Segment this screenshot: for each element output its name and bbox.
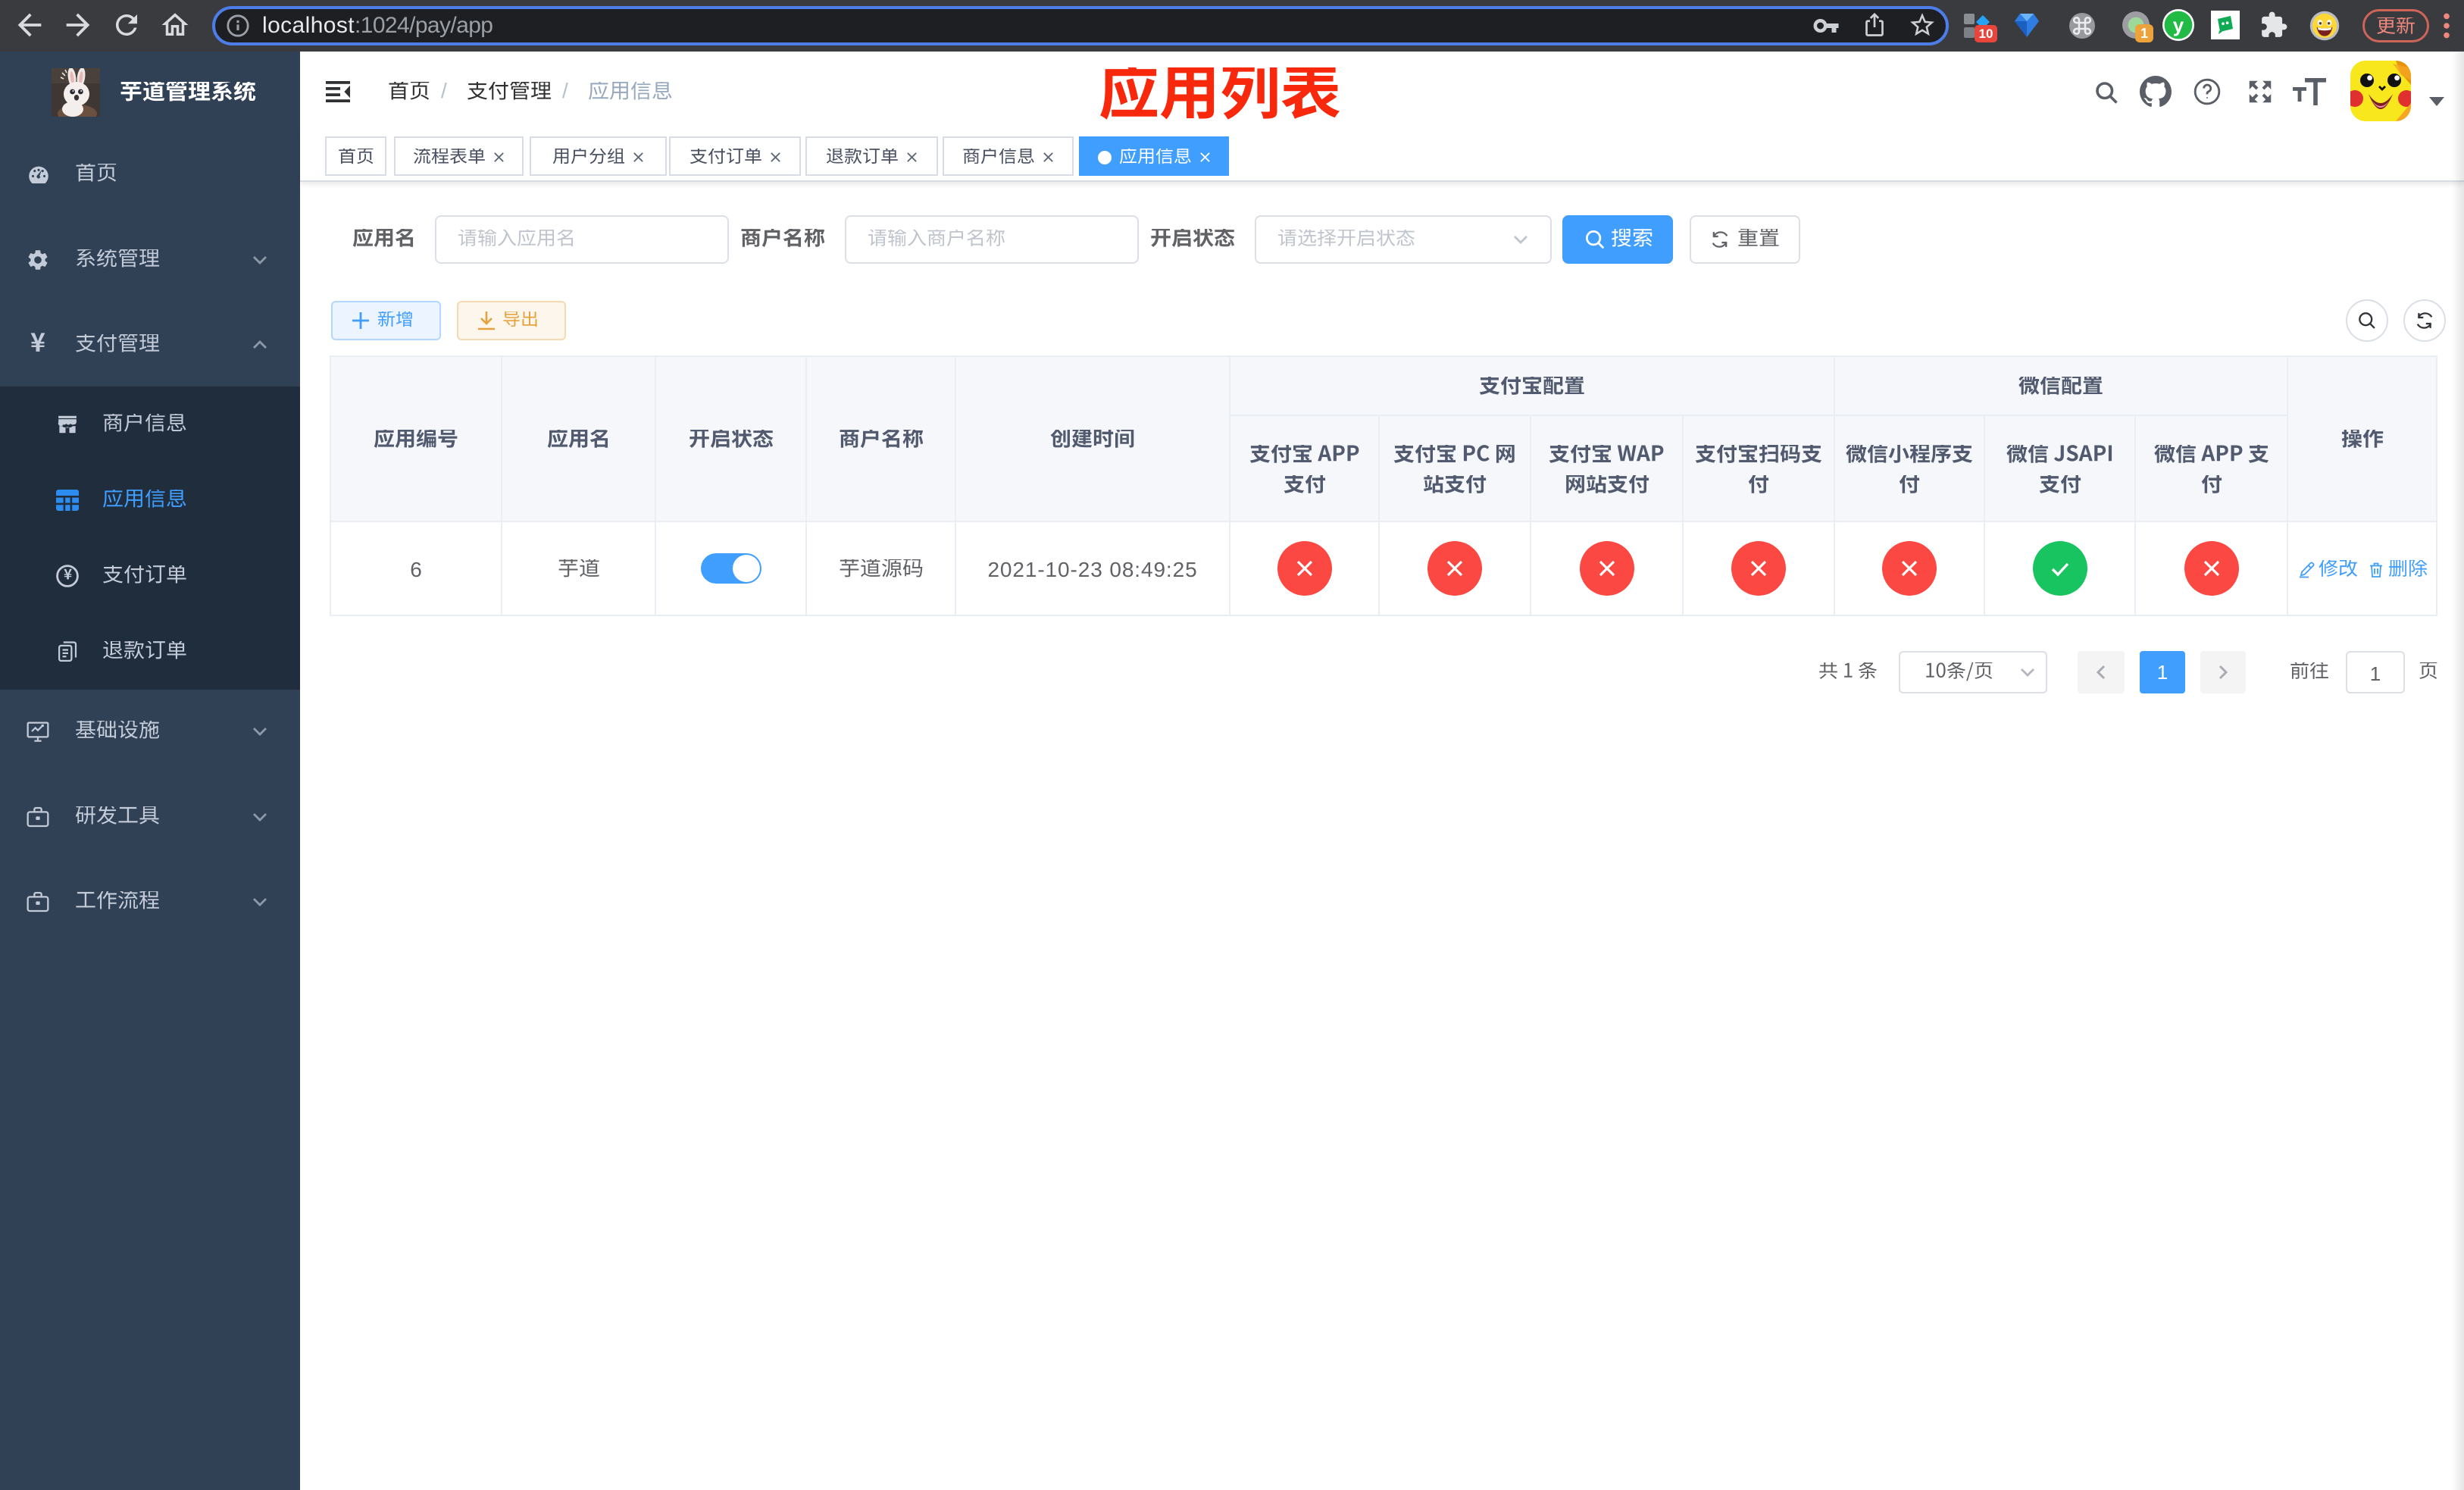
svg-text:y: y xyxy=(2173,14,2184,36)
